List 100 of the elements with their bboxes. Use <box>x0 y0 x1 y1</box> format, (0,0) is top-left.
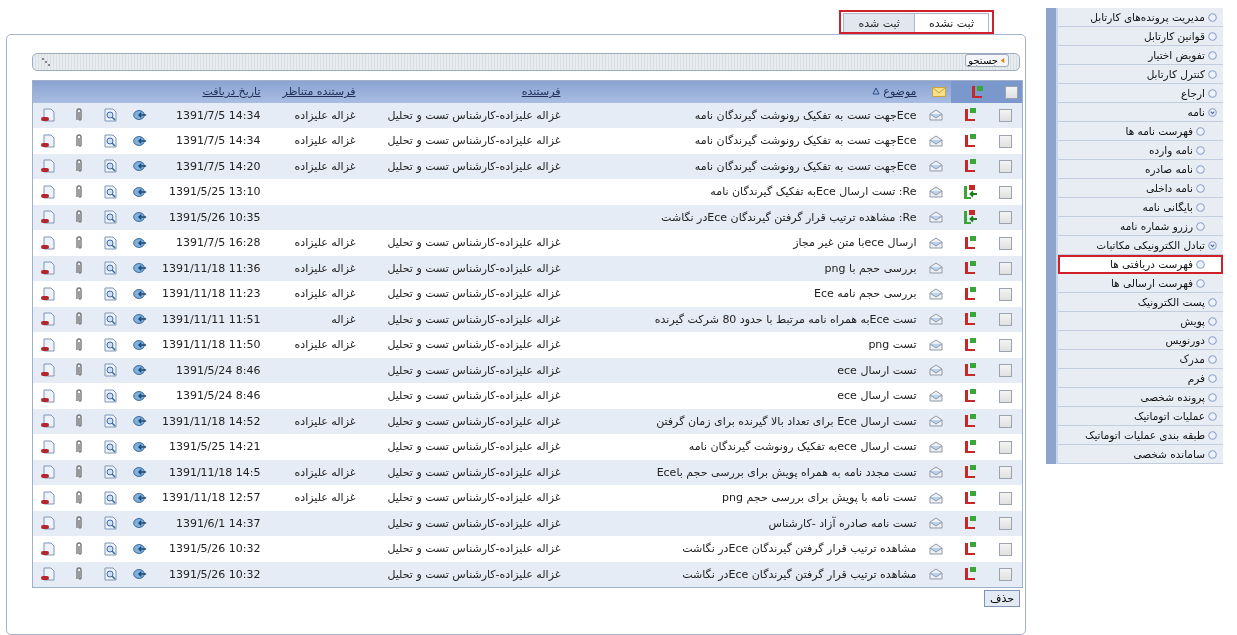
preview-icon[interactable] <box>101 183 118 200</box>
sidebar-item[interactable]: تفویض اختیار <box>1058 46 1223 65</box>
sidebar-item[interactable]: نامه <box>1058 103 1223 122</box>
sidebar-item[interactable]: فهرست نامه ها <box>1058 122 1223 141</box>
preview-icon[interactable] <box>101 107 118 124</box>
sidebar-item[interactable]: ارجاع <box>1058 84 1223 103</box>
sidebar-item[interactable]: فهرست دریافتی ها <box>1058 255 1223 274</box>
sidebar-item[interactable]: بایگانی نامه <box>1058 198 1223 217</box>
column-header-link[interactable]: فرستنده متناظر <box>282 85 356 99</box>
select-all-checkbox[interactable] <box>1005 85 1018 99</box>
preview-icon[interactable] <box>101 336 118 353</box>
subject-cell[interactable]: تست ارسال eceبه تفکیک رونوشت گیرندگان نامه <box>564 434 921 460</box>
preview-icon[interactable] <box>101 438 118 455</box>
column-header-link[interactable]: موضوع <box>883 85 917 99</box>
document-icon[interactable] <box>39 515 56 532</box>
preview-icon[interactable] <box>101 540 118 557</box>
document-icon[interactable] <box>39 311 56 328</box>
document-icon[interactable] <box>39 132 56 149</box>
document-icon[interactable] <box>39 158 56 175</box>
sidebar-item[interactable]: فرم <box>1058 369 1223 388</box>
document-icon[interactable] <box>39 489 56 506</box>
subject-cell[interactable]: Eceجهت تست به تفکیک رونوشت گیرندگان نامه <box>564 128 921 154</box>
document-icon[interactable] <box>39 540 56 557</box>
subject-cell[interactable]: تست png <box>564 332 921 358</box>
sidebar-item[interactable]: طبقه بندی عملیات اتوماتیک <box>1058 426 1223 445</box>
row-checkbox[interactable] <box>998 287 1012 301</box>
sidebar-item[interactable]: مدرک <box>1058 350 1223 369</box>
row-checkbox[interactable] <box>998 440 1012 454</box>
preview-icon[interactable] <box>101 311 118 328</box>
sidebar-item[interactable]: سامانده شخصی <box>1058 445 1223 464</box>
delete-button[interactable]: حذف <box>984 590 1020 607</box>
preview-icon[interactable] <box>101 362 118 379</box>
column-header-link[interactable]: تاریخ دریافت <box>202 85 261 99</box>
subject-cell[interactable]: تست نامه با پویش برای بررسی حجم png <box>564 485 921 511</box>
row-checkbox[interactable] <box>998 160 1012 173</box>
row-checkbox[interactable] <box>998 211 1012 224</box>
sidebar-item[interactable]: نامه وارده <box>1058 141 1223 160</box>
document-icon[interactable] <box>39 438 56 455</box>
sidebar-item[interactable]: کنترل کارتابل <box>1058 65 1223 84</box>
sidebar-item[interactable]: عملیات اتوماتیک <box>1058 407 1223 426</box>
search-bar[interactable]: جستجو <box>32 53 1020 71</box>
document-icon[interactable] <box>39 107 56 124</box>
preview-icon[interactable] <box>101 260 118 277</box>
sidebar-item[interactable]: پرونده شخصی <box>1058 388 1223 407</box>
subject-cell[interactable]: بررسی حجم با png <box>564 255 921 281</box>
preview-icon[interactable] <box>101 209 118 226</box>
column-header-link[interactable]: فرستنده <box>521 85 561 99</box>
subject-cell[interactable]: Eceجهت تست به تفکیک رونوشت گیرندگان نامه <box>564 102 921 128</box>
subject-cell[interactable]: مشاهده ترتیب قرار گرفتن گیرندگان Eceدر نگاشت <box>564 536 921 562</box>
sidebar-item[interactable]: نامه داخلی <box>1058 179 1223 198</box>
document-icon[interactable] <box>39 387 56 404</box>
sidebar-item[interactable]: رزرو شماره نامه <box>1058 217 1223 236</box>
subject-cell[interactable]: Re: مشاهده ترتیب قرار گرفتن گیرندگان Eceدر نگاشت <box>564 204 921 230</box>
search-toggle[interactable]: جستجو <box>965 54 1009 67</box>
subject-cell[interactable]: تست نامه صادره آزاد -کارشناس <box>564 510 921 536</box>
document-icon[interactable] <box>39 260 56 277</box>
document-icon[interactable] <box>39 362 56 379</box>
row-checkbox[interactable] <box>998 185 1012 199</box>
preview-icon[interactable] <box>101 515 118 532</box>
subject-cell[interactable]: تست ارسال ece <box>564 383 921 409</box>
resize-grip-icon[interactable] <box>41 57 51 67</box>
row-checkbox[interactable] <box>998 568 1012 581</box>
document-icon[interactable] <box>39 209 56 226</box>
row-checkbox[interactable] <box>998 134 1012 148</box>
sidebar-item[interactable]: تبادل الکترونیکی مکاتبات <box>1058 236 1223 255</box>
row-checkbox[interactable] <box>998 415 1012 428</box>
preview-icon[interactable] <box>101 566 118 583</box>
sidebar-item[interactable]: فهرست ارسالی ها <box>1058 274 1223 293</box>
document-icon[interactable] <box>39 464 56 481</box>
document-icon[interactable] <box>39 413 56 430</box>
document-icon[interactable] <box>39 183 56 200</box>
subject-cell[interactable]: تست ارسال Ece برای تعداد بالا گیرنده برای زمان گرفتن <box>564 408 921 434</box>
preview-icon[interactable] <box>101 489 118 506</box>
preview-icon[interactable] <box>101 387 118 404</box>
row-checkbox[interactable] <box>998 236 1012 250</box>
sidebar-item[interactable]: پست الکترونیک <box>1058 293 1223 312</box>
preview-icon[interactable] <box>101 413 118 430</box>
preview-icon[interactable] <box>101 464 118 481</box>
subject-cell[interactable]: مشاهده ترتیب قرار گرفتن گیرندگان Eceدر نگاشت <box>564 561 921 588</box>
preview-icon[interactable] <box>101 158 118 175</box>
row-checkbox[interactable] <box>998 517 1012 530</box>
row-checkbox[interactable] <box>998 389 1012 403</box>
row-checkbox[interactable] <box>998 313 1012 326</box>
subject-cell[interactable]: ارسال eceبا متن غیر مجاز <box>564 230 921 256</box>
subject-cell[interactable]: تست Eceبه همراه نامه مرتبط با حدود 80 شرکت گیرنده <box>564 306 921 332</box>
row-checkbox[interactable] <box>998 109 1012 122</box>
subject-cell[interactable]: بررسی حجم نامه Ece <box>564 281 921 307</box>
document-icon[interactable] <box>39 234 56 251</box>
sidebar-item[interactable]: دورنویس <box>1058 331 1223 350</box>
subject-cell[interactable]: تست مجدد نامه به همراه پویش برای بررسی حجم باEce <box>564 459 921 485</box>
row-checkbox[interactable] <box>998 491 1012 505</box>
row-checkbox[interactable] <box>998 338 1012 352</box>
tab[interactable]: ثبت نشده <box>913 13 989 32</box>
preview-icon[interactable] <box>101 132 118 149</box>
sidebar-item[interactable]: پویش <box>1058 312 1223 331</box>
subject-cell[interactable]: Eceجهت تست به تفکیک رونوشت گیرندگان نامه <box>564 153 921 179</box>
document-icon[interactable] <box>39 336 56 353</box>
sidebar-item[interactable]: نامه صادره <box>1058 160 1223 179</box>
subject-cell[interactable]: تست ارسال ece <box>564 357 921 383</box>
document-icon[interactable] <box>39 566 56 583</box>
